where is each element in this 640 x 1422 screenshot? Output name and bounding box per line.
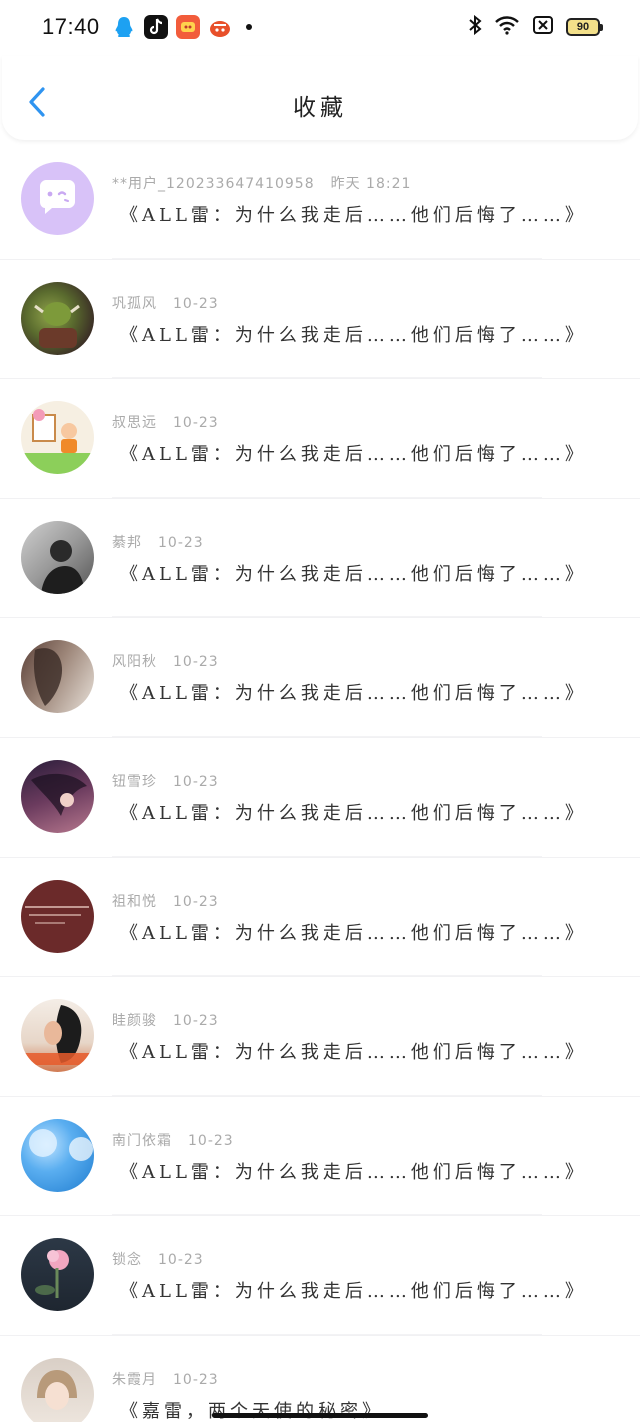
item-user: 风阳秋 [112,654,157,671]
battery-icon: 90 [566,18,603,36]
item-user: 南门依霜 [112,1132,172,1149]
qq-icon [112,15,136,39]
list-item[interactable]: **用户_1202336474109​58 昨天 18:21 《ALL雷：为什么我… [0,140,640,260]
item-user: 祖和悦 [112,893,157,910]
status-app-icons [112,15,252,39]
item-title: 《ALL雷：为什么我走后……他们后悔了……》 [120,1042,587,1064]
favorites-list: **用户_1202336474109​58 昨天 18:21 《ALL雷：为什么我… [0,140,640,1422]
item-title: 《ALL雷：为什么我走后……他们后悔了……》 [120,683,587,705]
item-time: 10-23 [173,893,219,910]
item-meta: 巩孤风 10-23 [112,293,219,313]
item-user: 巩孤风 [112,295,157,312]
page-title: 收藏 [293,95,347,121]
list-item[interactable]: 祖和悦 10-23 《ALL雷：为什么我走后……他们后悔了……》 [0,858,640,978]
sim-off-icon [532,15,554,39]
item-time: 10-23 [158,534,204,551]
item-meta: 眭颜骏 10-23 [112,1010,219,1030]
avatar [21,1118,94,1192]
item-title: 《ALL雷：为什么我走后……他们后悔了……》 [120,324,587,346]
list-item[interactable]: 巩孤风 10-23 《ALL雷：为什么我走后……他们后悔了……》 [0,260,640,380]
item-meta: 风阳秋 10-23 [112,651,219,671]
item-title: 《ALL雷：为什么我走后……他们后悔了……》 [120,563,587,585]
list-item[interactable]: 綦邦 10-23 《ALL雷：为什么我走后……他们后悔了……》 [0,499,640,619]
item-title: 《ALL雷：为什么我走后……他们后悔了……》 [120,802,587,824]
divider [112,377,542,379]
item-meta: 钮雪珍 10-23 [112,771,219,791]
home-indicator[interactable] [212,1413,428,1418]
avatar [21,640,94,714]
status-indicators: 90 [468,14,603,39]
divider [112,616,542,618]
avatar [21,162,94,235]
divider [112,1333,542,1335]
avatar [21,1357,94,1422]
item-title: 《ALL雷：为什么我走后……他们后悔了……》 [120,1281,587,1303]
item-user: 钮雪珍 [112,773,157,790]
divider [112,735,542,737]
divider [112,1094,542,1096]
item-meta: **用户_1202336474109​58 昨天 18:21 [112,173,411,193]
item-time: 10-23 [173,654,219,671]
avatar [21,759,94,833]
item-time: 昨天 18:21 [330,176,412,192]
item-title: 《ALL雷：为什么我走后……他们后悔了……》 [120,1161,587,1183]
item-title: 《ALL雷：为什么我走后……他们后悔了……》 [120,922,587,944]
item-title: 《嘉雷，两个天使的秘密》 [120,1400,384,1422]
item-user: 锁念 [112,1252,142,1269]
item-user: 朱霞月 [112,1371,157,1388]
bluetooth-icon [468,14,482,39]
item-title: 《ALL雷：为什么我走后……他们后悔了……》 [120,444,587,466]
item-time: 10-23 [173,1371,219,1388]
list-item[interactable]: 风阳秋 10-23 《ALL雷：为什么我走后……他们后悔了……》 [0,618,640,738]
divider [112,496,542,498]
list-item[interactable]: 叔思远 10-23 《ALL雷：为什么我走后……他们后悔了……》 [0,379,640,499]
game-icon [176,15,200,39]
list-item[interactable]: 锁念 10-23 《ALL雷：为什么我走后……他们后悔了……》 [0,1216,640,1336]
item-user: 綦邦 [112,534,142,551]
item-meta: 綦邦 10-23 [112,532,204,552]
avatar [21,401,94,475]
item-meta: 南门依霜 10-23 [112,1130,234,1150]
item-time: 10-23 [173,295,219,312]
item-meta: 朱霞月 10-23 [112,1369,219,1389]
status-time: 17:40 [42,14,100,39]
cart-icon [208,15,232,39]
item-meta: 祖和悦 10-23 [112,891,219,911]
tiktok-icon [144,15,168,39]
avatar [21,879,94,953]
avatar [21,999,94,1073]
divider [112,1214,542,1216]
item-meta: 叔思远 10-23 [112,412,219,432]
divider [112,855,542,857]
item-user: 叔思远 [112,415,157,432]
item-user: **用户_1202336474109​58 [112,176,315,192]
item-title: 《ALL雷：为什么我走后……他们后悔了……》 [120,205,587,226]
nav-bar: 收藏 [2,56,638,140]
list-item[interactable]: 钮雪珍 10-23 《ALL雷：为什么我走后……他们后悔了……》 [0,738,640,858]
avatar [21,281,94,355]
item-meta: 锁念 10-23 [112,1249,204,1269]
divider [112,257,542,259]
list-item[interactable]: 眭颜骏 10-23 《ALL雷：为什么我走后……他们后悔了……》 [0,977,640,1097]
battery-level: 90 [576,21,590,33]
avatar [21,1238,94,1312]
item-time: 10-23 [188,1132,234,1149]
status-bar: 17:40 90 [0,0,640,56]
item-time: 10-23 [173,773,219,790]
wifi-icon [494,15,520,39]
list-item[interactable]: 朱霞月 10-23 《嘉雷，两个天使的秘密》 [0,1336,640,1422]
divider [112,975,542,977]
item-time: 10-23 [173,415,219,432]
item-time: 10-23 [173,1013,219,1030]
item-time: 10-23 [158,1252,204,1269]
avatar [21,520,94,594]
list-item[interactable]: 南门依霜 10-23 《ALL雷：为什么我走后……他们后悔了……》 [0,1097,640,1217]
notification-dot [246,24,252,30]
item-user: 眭颜骏 [112,1013,157,1030]
